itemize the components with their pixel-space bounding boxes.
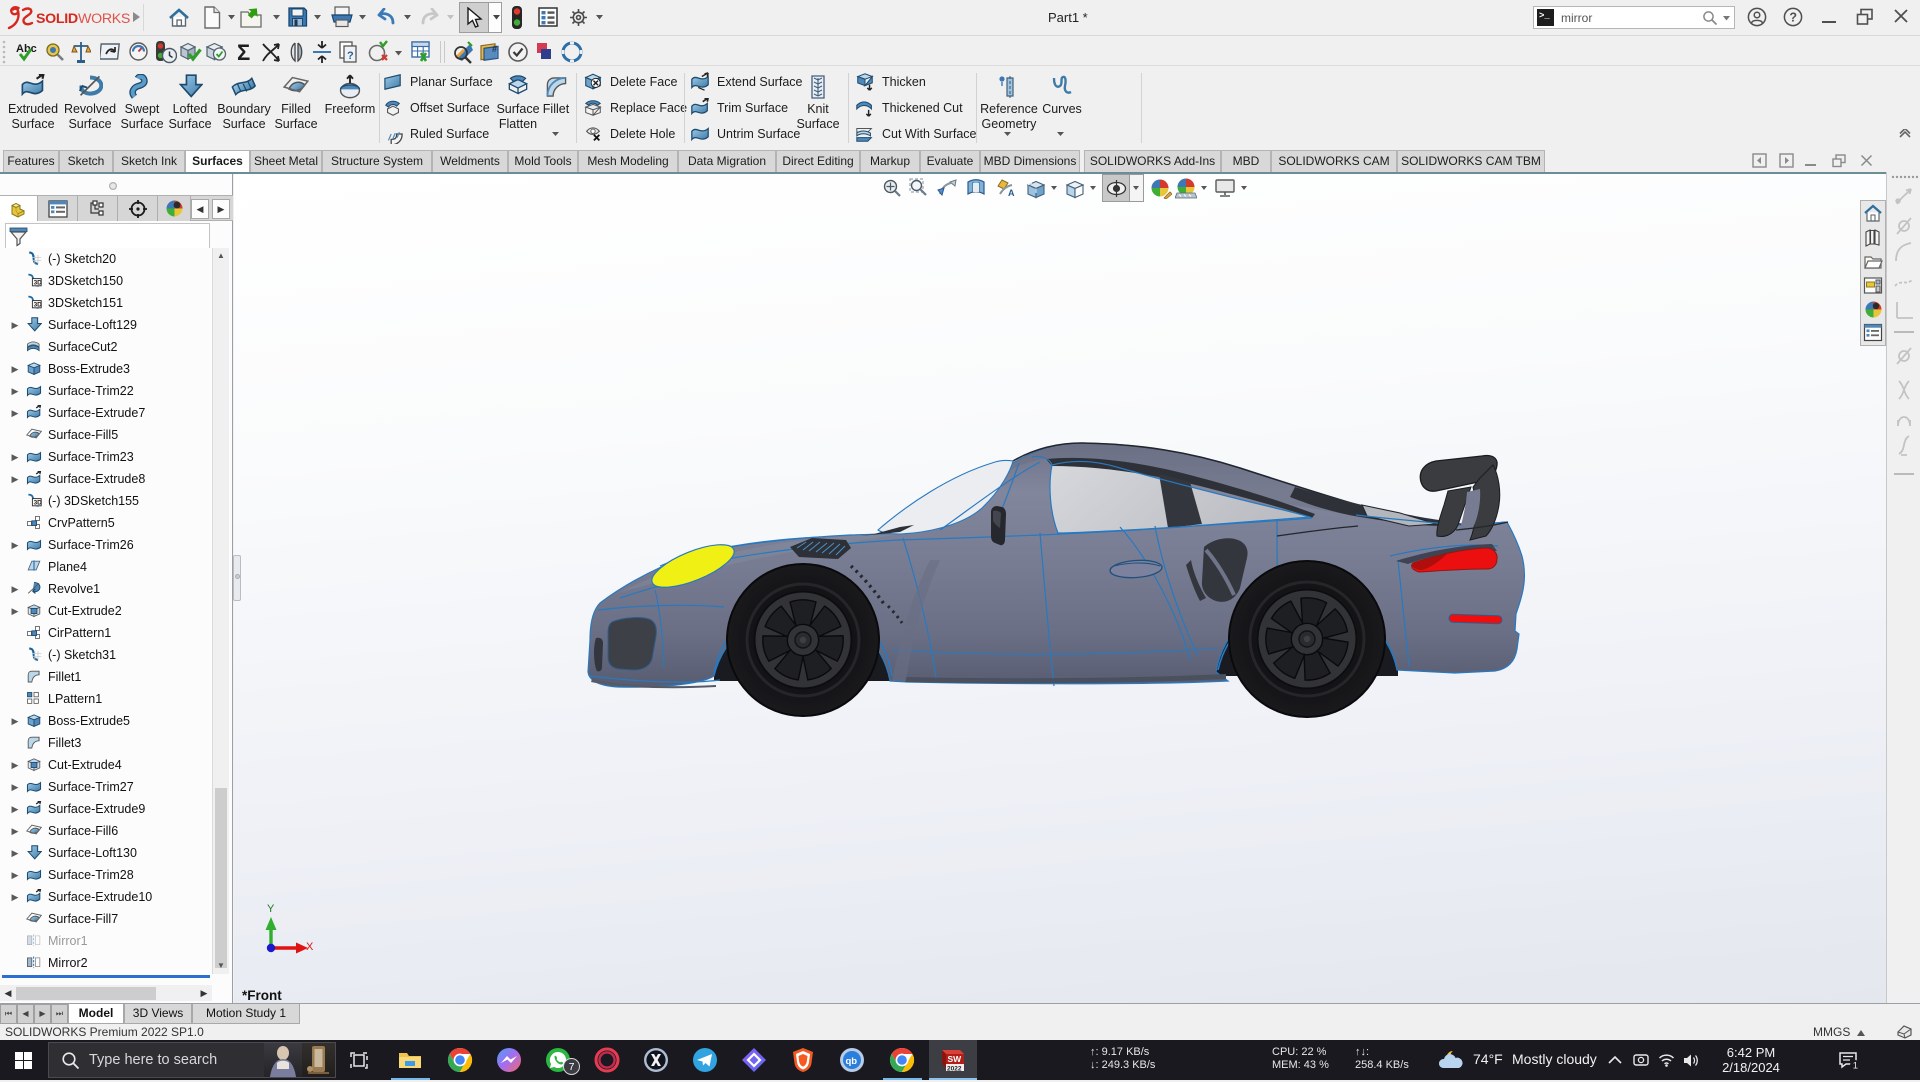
svg-text:Y: Y xyxy=(267,903,275,915)
svg-text:2022: 2022 xyxy=(947,1066,962,1073)
svg-text:A: A xyxy=(1008,188,1015,198)
svg-text:*Front: *Front xyxy=(242,988,282,1003)
svg-text:SW: SW xyxy=(948,1054,963,1064)
svg-text:1: 1 xyxy=(1853,1061,1858,1072)
svg-text:X: X xyxy=(306,941,314,953)
svg-text:qb: qb xyxy=(846,1056,858,1067)
